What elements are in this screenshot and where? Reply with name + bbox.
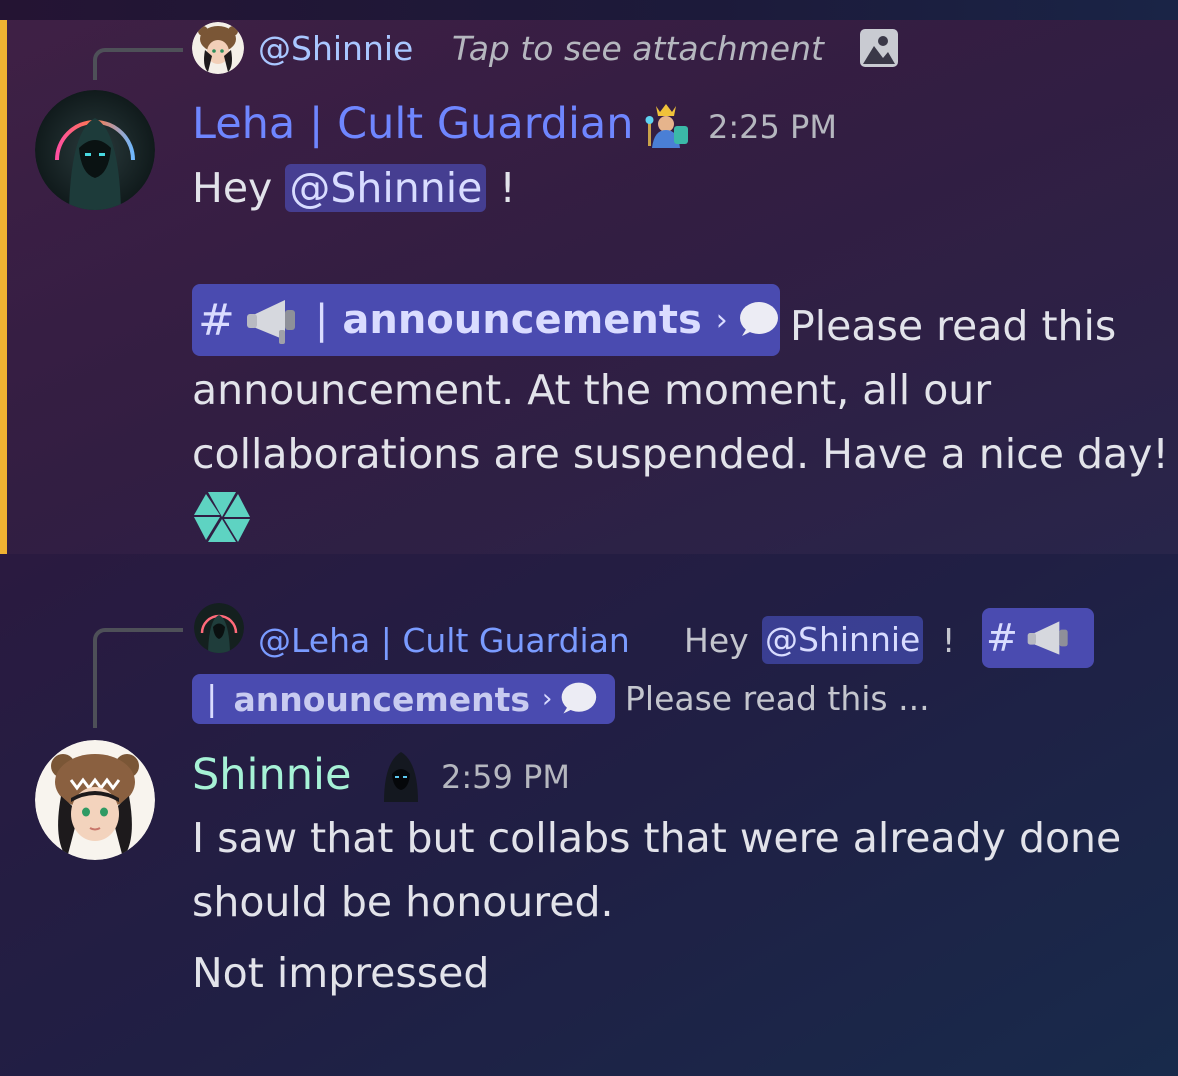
chevron-right-icon-2: ›	[542, 684, 553, 714]
reply-channel-pill-start[interactable]: #	[982, 608, 1094, 668]
megaphone-icon-small	[1026, 613, 1076, 663]
channel-hash: #	[198, 294, 235, 346]
timestamp-leha: 2:25 PM	[708, 108, 837, 146]
hooded-figure-badge-icon[interactable]	[374, 748, 428, 806]
message-line-2: announcement. At the moment, all our	[192, 366, 992, 414]
reply-connector-2	[93, 628, 183, 728]
speech-bubble-icon-2	[558, 679, 598, 719]
speech-bubble-icon	[736, 298, 780, 342]
message-line-1-tail: Please read this	[790, 302, 1117, 350]
top-bar	[0, 0, 1178, 20]
reply-author[interactable]: @Shinnie	[258, 32, 413, 65]
mention-highlight-bar	[0, 20, 7, 554]
reply-avatar-shinnie[interactable]	[192, 22, 244, 74]
reply-channel-separator: |	[206, 679, 218, 719]
greeting-prefix: Hey	[192, 164, 273, 212]
greeting-suffix: !	[499, 164, 516, 212]
reply-mention-shinnie[interactable]: @Shinnie	[762, 616, 924, 664]
reply-channel-hash: #	[986, 616, 1018, 660]
reply-channel-pill[interactable]: | announcements ›	[192, 674, 615, 724]
username-leha[interactable]: Leha | Cult Guardian	[192, 103, 634, 146]
reply-preview[interactable]: Tap to see attachment	[452, 32, 824, 65]
mention-shinnie[interactable]: @Shinnie	[285, 164, 487, 212]
avatar-shinnie[interactable]	[35, 740, 155, 860]
timestamp-shinnie: 2:59 PM	[441, 758, 570, 796]
avatar-leha[interactable]	[35, 90, 155, 210]
hexagon-logo-icon	[192, 490, 252, 548]
message2-line-1: I saw that but collabs that were already…	[192, 814, 1122, 862]
reply-author-leha[interactable]: @Leha | Cult Guardian	[258, 624, 630, 657]
role-badge-icon[interactable]	[640, 98, 692, 154]
reply-channel-name: announcements	[233, 679, 531, 719]
reply-avatar-leha[interactable]	[194, 603, 244, 653]
reply-preview-tail[interactable]: Please read this ...	[625, 682, 930, 715]
image-icon	[859, 28, 899, 72]
message-line-3: collaborations are suspended. Have a nic…	[192, 430, 1169, 478]
message-line-greeting: Hey @Shinnie !	[192, 156, 516, 220]
chevron-right-icon: ›	[715, 302, 728, 338]
message2-line-2: should be honoured.	[192, 878, 614, 926]
message2-line-3: Not impressed	[192, 949, 490, 997]
username-shinnie[interactable]: Shinnie	[192, 754, 351, 797]
reply-preview-suffix: !	[942, 621, 956, 660]
reply-connector	[93, 48, 183, 80]
channel-separator: |	[314, 297, 329, 343]
reply-preview-prefix[interactable]: Hey	[684, 624, 749, 657]
channel-link-announcements[interactable]: # | announcements ›	[192, 284, 780, 356]
megaphone-icon	[245, 290, 305, 350]
channel-name: announcements	[342, 297, 702, 343]
